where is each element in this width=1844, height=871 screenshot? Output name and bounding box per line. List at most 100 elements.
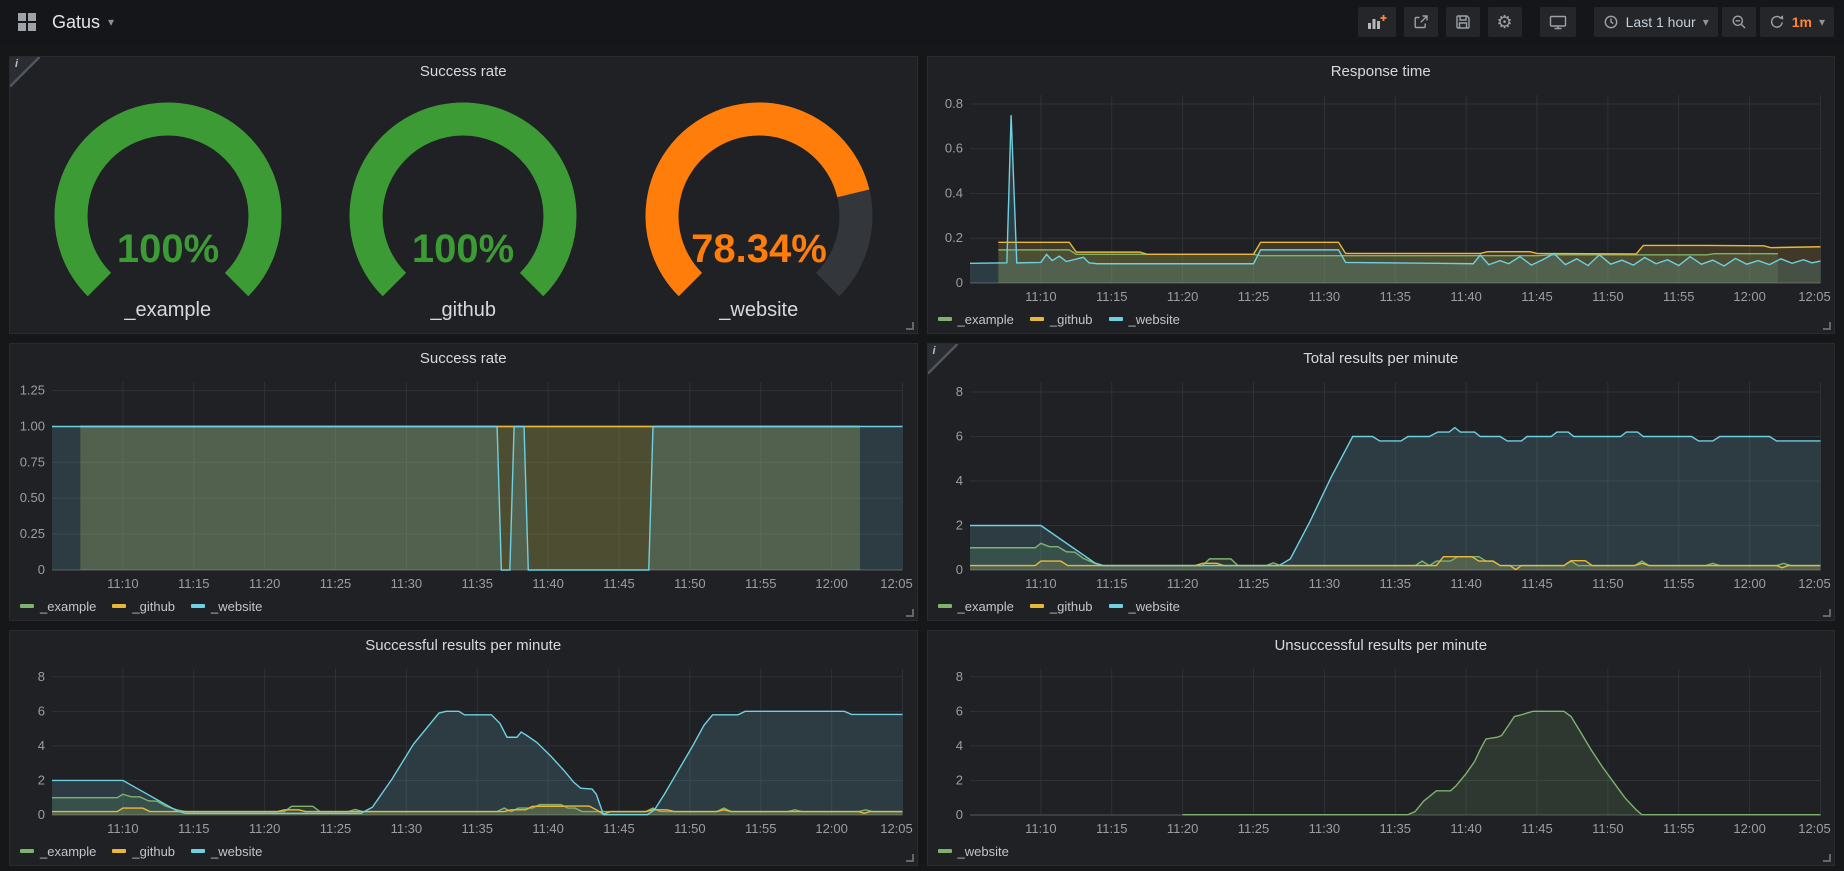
svg-text:8: 8 [955, 669, 962, 684]
svg-text:0.6: 0.6 [944, 141, 962, 156]
svg-text:11:10: 11:10 [1025, 821, 1057, 836]
panel-title[interactable]: Success rate [10, 57, 917, 85]
panel-successful-results: Successful results per minute 11:1011:15… [9, 630, 918, 866]
unsuccessful-results-chart[interactable]: 11:1011:1511:2011:2511:3011:3511:4011:45… [928, 659, 1835, 841]
svg-text:12:00: 12:00 [1733, 821, 1766, 836]
panel-title[interactable]: Unsuccessful results per minute [928, 631, 1835, 659]
legend-item-_website[interactable]: _website [191, 599, 262, 614]
total-results-chart[interactable]: 11:1011:1511:2011:2511:3011:3511:4011:45… [928, 372, 1835, 596]
legend-label: _website [958, 844, 1009, 859]
svg-text:11:55: 11:55 [1662, 576, 1694, 591]
gauge-_website: 78.34%_website [628, 96, 890, 322]
gauge-label: _website [719, 299, 798, 322]
svg-text:1.25: 1.25 [20, 383, 45, 398]
svg-text:11:25: 11:25 [1237, 576, 1269, 591]
successful-results-chart[interactable]: 11:1011:1511:2011:2511:3011:3511:4011:45… [10, 659, 917, 841]
panel-resize-handle[interactable] [906, 322, 914, 330]
panel-title[interactable]: Response time [928, 57, 1835, 85]
dashboards-grid-icon[interactable] [14, 9, 40, 35]
add-panel-button[interactable] [1358, 7, 1396, 37]
svg-text:0: 0 [38, 562, 45, 577]
legend-item-_website[interactable]: _website [1109, 312, 1180, 327]
panel-resize-handle[interactable] [906, 609, 914, 617]
legend-item-_website[interactable]: _website [191, 844, 262, 859]
save-button[interactable] [1446, 7, 1480, 37]
caret-down-icon: ▾ [1703, 15, 1709, 29]
svg-text:11:50: 11:50 [674, 821, 706, 836]
legend-item-_github[interactable]: _github [112, 599, 175, 614]
zoom-out-button[interactable] [1722, 7, 1756, 37]
gauge-arc: 78.34% [628, 96, 890, 303]
svg-text:11:40: 11:40 [1450, 576, 1482, 591]
gauge-_github: 100%_github [332, 96, 594, 322]
panel-resize-handle[interactable] [1823, 609, 1831, 617]
svg-text:11:35: 11:35 [1379, 576, 1411, 591]
svg-text:11:35: 11:35 [1379, 289, 1411, 304]
time-range-picker[interactable]: Last 1 hour ▾ [1594, 7, 1718, 37]
legend-label: _website [1129, 312, 1180, 327]
svg-text:6: 6 [955, 429, 962, 444]
legend-item-_website[interactable]: _website [938, 844, 1009, 859]
legend-swatch [1109, 317, 1123, 321]
panel-info-icon[interactable]: i [10, 57, 40, 87]
legend-label: _example [40, 844, 96, 859]
svg-text:11:10: 11:10 [107, 576, 139, 591]
share-button[interactable] [1404, 7, 1438, 37]
response-time-chart[interactable]: 11:1011:1511:2011:2511:3011:3511:4011:45… [928, 85, 1835, 309]
legend-item-_github[interactable]: _github [112, 844, 175, 859]
svg-text:11:40: 11:40 [1450, 289, 1482, 304]
legend-swatch [112, 849, 126, 853]
legend-item-_example[interactable]: _example [938, 599, 1014, 614]
legend-item-_example[interactable]: _example [20, 844, 96, 859]
panel-resize-handle[interactable] [1823, 322, 1831, 330]
svg-text:11:40: 11:40 [532, 576, 564, 591]
clock-icon [1603, 14, 1619, 30]
svg-text:11:20: 11:20 [1166, 576, 1198, 591]
svg-text:11:45: 11:45 [1521, 821, 1553, 836]
svg-text:11:50: 11:50 [674, 576, 706, 591]
svg-text:11:15: 11:15 [178, 821, 210, 836]
svg-text:4: 4 [38, 738, 45, 753]
svg-text:11:30: 11:30 [391, 576, 423, 591]
svg-text:2: 2 [955, 518, 962, 533]
svg-text:12:00: 12:00 [1733, 576, 1766, 591]
panel-title[interactable]: Successful results per minute [10, 631, 917, 659]
panel-title[interactable]: Total results per minute [928, 344, 1835, 372]
svg-text:11:15: 11:15 [1095, 576, 1127, 591]
svg-text:0: 0 [955, 807, 962, 822]
panel-info-icon[interactable]: i [928, 344, 958, 374]
svg-text:11:35: 11:35 [461, 821, 493, 836]
svg-text:2: 2 [38, 772, 45, 787]
legend-swatch [112, 604, 126, 608]
cycle-view-button[interactable] [1540, 7, 1576, 37]
save-icon [1455, 14, 1471, 30]
legend-item-_github[interactable]: _github [1030, 599, 1093, 614]
panel-title[interactable]: Success rate [10, 344, 917, 372]
refresh-button[interactable]: 1m ▾ [1760, 7, 1834, 37]
svg-text:11:25: 11:25 [1237, 289, 1269, 304]
svg-text:11:30: 11:30 [1308, 289, 1340, 304]
svg-text:0.2: 0.2 [944, 230, 962, 245]
svg-text:11:25: 11:25 [320, 821, 352, 836]
panel-resize-handle[interactable] [1823, 854, 1831, 862]
legend-item-_example[interactable]: _example [20, 599, 96, 614]
svg-text:11:30: 11:30 [391, 821, 423, 836]
caret-down-icon: ▾ [108, 15, 114, 29]
legend-item-_github[interactable]: _github [1030, 312, 1093, 327]
legend-swatch [1109, 604, 1123, 608]
panel-response-time: Response time 11:1011:1511:2011:2511:301… [927, 56, 1836, 334]
legend-item-_website[interactable]: _website [1109, 599, 1180, 614]
svg-text:12:00: 12:00 [815, 821, 848, 836]
refresh-icon [1769, 14, 1785, 30]
legend: _example _github _website [10, 841, 917, 865]
success-rate-chart[interactable]: 11:1011:1511:2011:2511:3011:3511:4011:45… [10, 372, 917, 596]
panel-resize-handle[interactable] [906, 854, 914, 862]
panel-total-results: i Total results per minute 11:1011:1511:… [927, 343, 1836, 621]
settings-button[interactable]: ⚙ [1488, 7, 1522, 37]
svg-text:11:35: 11:35 [1379, 821, 1411, 836]
gauge-_example: 100%_example [37, 96, 299, 322]
legend-label: _github [1050, 312, 1093, 327]
svg-text:11:50: 11:50 [1592, 289, 1624, 304]
legend-item-_example[interactable]: _example [938, 312, 1014, 327]
dashboard-title-dropdown[interactable]: Gatus ▾ [52, 12, 114, 33]
